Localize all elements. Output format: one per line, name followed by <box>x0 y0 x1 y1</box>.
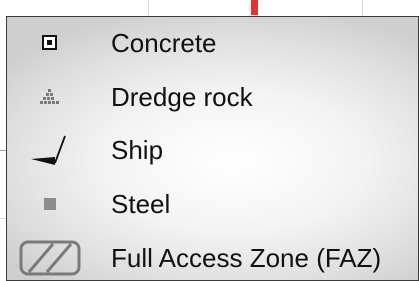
steel-square-icon <box>7 184 93 224</box>
legend-item-label: Steel <box>111 189 171 219</box>
map-gridline <box>362 0 363 16</box>
legend-item-ship: Ship <box>7 130 418 170</box>
legend-item-label: Dredge rock <box>111 82 253 112</box>
legend-item-concrete: Concrete <box>7 23 418 63</box>
faz-hatched-box-icon <box>7 238 93 278</box>
dredge-rock-icon <box>7 77 93 117</box>
legend-item-faz: Full Access Zone (FAZ) <box>7 238 418 278</box>
concrete-square-icon <box>7 23 93 63</box>
legend-item-label: Concrete <box>111 28 217 58</box>
map-gridline <box>148 0 149 16</box>
ship-icon <box>7 130 93 170</box>
legend-item-dredge-rock: Dredge rock <box>7 77 418 117</box>
red-map-marker <box>251 0 258 15</box>
legend-item-label: Ship <box>111 135 164 165</box>
map-legend: Concrete Dredge rock Ship Steel Full Acc… <box>6 16 419 281</box>
legend-item-steel: Steel <box>7 184 418 224</box>
legend-item-label: Full Access Zone (FAZ) <box>111 243 382 273</box>
